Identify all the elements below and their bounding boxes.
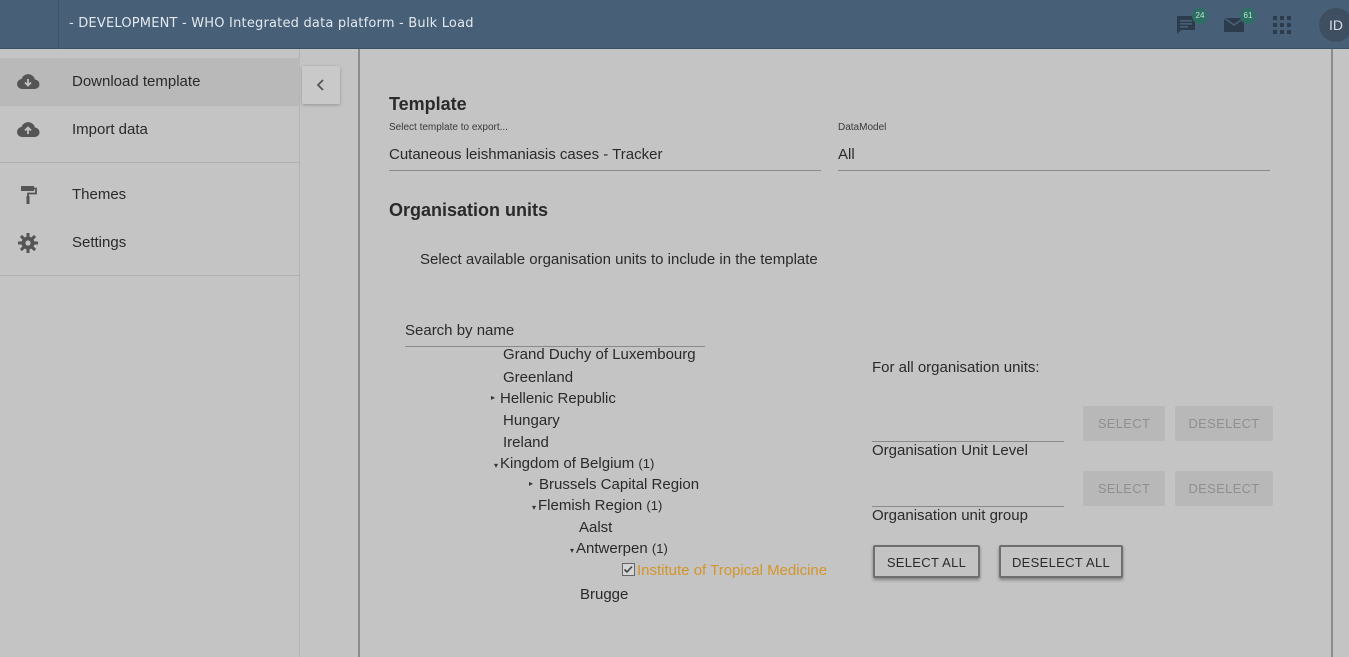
checkbox-checked-icon[interactable] xyxy=(622,563,635,576)
datamodel-select-label: DataModel xyxy=(838,122,887,133)
tree-item[interactable]: Greenland xyxy=(503,369,573,386)
sidebar-item-label: Download template xyxy=(72,73,201,90)
tree-item[interactable]: Antwerpen (1) xyxy=(576,540,668,557)
apps-grid-icon[interactable] xyxy=(1270,13,1294,37)
deselect-group-button[interactable]: DESELECT xyxy=(1175,471,1273,506)
sidebar-item-themes[interactable]: Themes xyxy=(0,171,300,219)
sidebar-item-label: Import data xyxy=(72,121,148,138)
gear-icon xyxy=(18,233,38,253)
chevron-left-icon xyxy=(316,79,324,91)
org-unit-tree: Grand Duchy of Luxembourg Greenland ▸ He… xyxy=(405,347,865,609)
deselect-level-button[interactable]: DESELECT xyxy=(1175,406,1273,441)
org-unit-search-input[interactable]: Search by name xyxy=(405,322,514,339)
tree-item-selected[interactable]: Institute of Tropical Medicine xyxy=(637,562,827,579)
select-level-button[interactable]: SELECT xyxy=(1083,406,1165,441)
app-header: - DEVELOPMENT - WHO Integrated data plat… xyxy=(0,0,1349,49)
user-avatar[interactable]: ID xyxy=(1319,8,1349,42)
datamodel-select-underline xyxy=(838,170,1270,171)
template-heading: Template xyxy=(389,94,467,114)
tree-item[interactable]: Grand Duchy of Luxembourg xyxy=(503,347,696,363)
sidebar-item-download-template[interactable]: Download template xyxy=(0,58,300,106)
org-units-instructions: Select available organisation units to i… xyxy=(420,251,818,268)
for-all-org-units-label: For all organisation units: xyxy=(872,359,1040,376)
template-select-label: Select template to export... xyxy=(389,122,508,133)
tree-item[interactable]: Flemish Region (1) xyxy=(538,497,662,514)
cloud-download-icon xyxy=(17,74,40,90)
collapse-arrow-icon[interactable]: ▾ xyxy=(494,461,498,470)
messages-count-badge: 24 xyxy=(1192,8,1208,24)
collapse-arrow-icon[interactable]: ▾ xyxy=(570,546,574,555)
tree-item[interactable]: Hungary xyxy=(503,412,560,429)
sidebar-item-label: Themes xyxy=(72,186,127,203)
cloud-upload-icon xyxy=(17,122,40,138)
expand-arrow-icon[interactable]: ▸ xyxy=(491,393,495,402)
select-all-button[interactable]: SELECT ALL xyxy=(873,545,980,578)
org-units-heading: Organisation units xyxy=(389,200,549,220)
sidebar-item-label: Settings xyxy=(72,234,127,251)
tree-item[interactable]: Aalst xyxy=(579,519,612,536)
header-divider xyxy=(58,0,59,49)
sidebar: Download template Import data Themes Set… xyxy=(0,49,300,657)
tree-item[interactable]: Brussels Capital Region xyxy=(539,476,699,493)
template-select[interactable]: Cutaneous leishmaniasis cases - Tracker xyxy=(389,146,662,163)
tree-item[interactable]: Ireland xyxy=(503,434,549,451)
datamodel-select[interactable]: All xyxy=(838,146,855,163)
collapse-sidebar-button[interactable] xyxy=(302,66,340,104)
tree-item[interactable]: Hellenic Republic xyxy=(500,390,616,407)
tree-item[interactable]: Brugge xyxy=(580,586,628,603)
collapse-arrow-icon[interactable]: ▾ xyxy=(532,503,536,512)
paint-roller-icon xyxy=(21,186,37,204)
app-title: - DEVELOPMENT - WHO Integrated data plat… xyxy=(69,16,474,31)
interpretations-count-badge: 61 xyxy=(1240,8,1256,24)
template-select-underline xyxy=(389,170,821,171)
org-unit-group-label: Organisation unit group xyxy=(872,507,1028,524)
sidebar-item-settings[interactable]: Settings xyxy=(0,219,300,267)
org-unit-level-label: Organisation Unit Level xyxy=(872,442,1028,459)
deselect-all-button[interactable]: DESELECT ALL xyxy=(999,545,1123,578)
tree-item[interactable]: Kingdom of Belgium (1) xyxy=(500,455,654,472)
sidebar-divider xyxy=(0,162,300,163)
sidebar-divider xyxy=(0,275,300,276)
select-group-button[interactable]: SELECT xyxy=(1083,471,1165,506)
expand-arrow-icon[interactable]: ▸ xyxy=(529,479,533,488)
sidebar-item-import-data[interactable]: Import data xyxy=(0,106,300,154)
